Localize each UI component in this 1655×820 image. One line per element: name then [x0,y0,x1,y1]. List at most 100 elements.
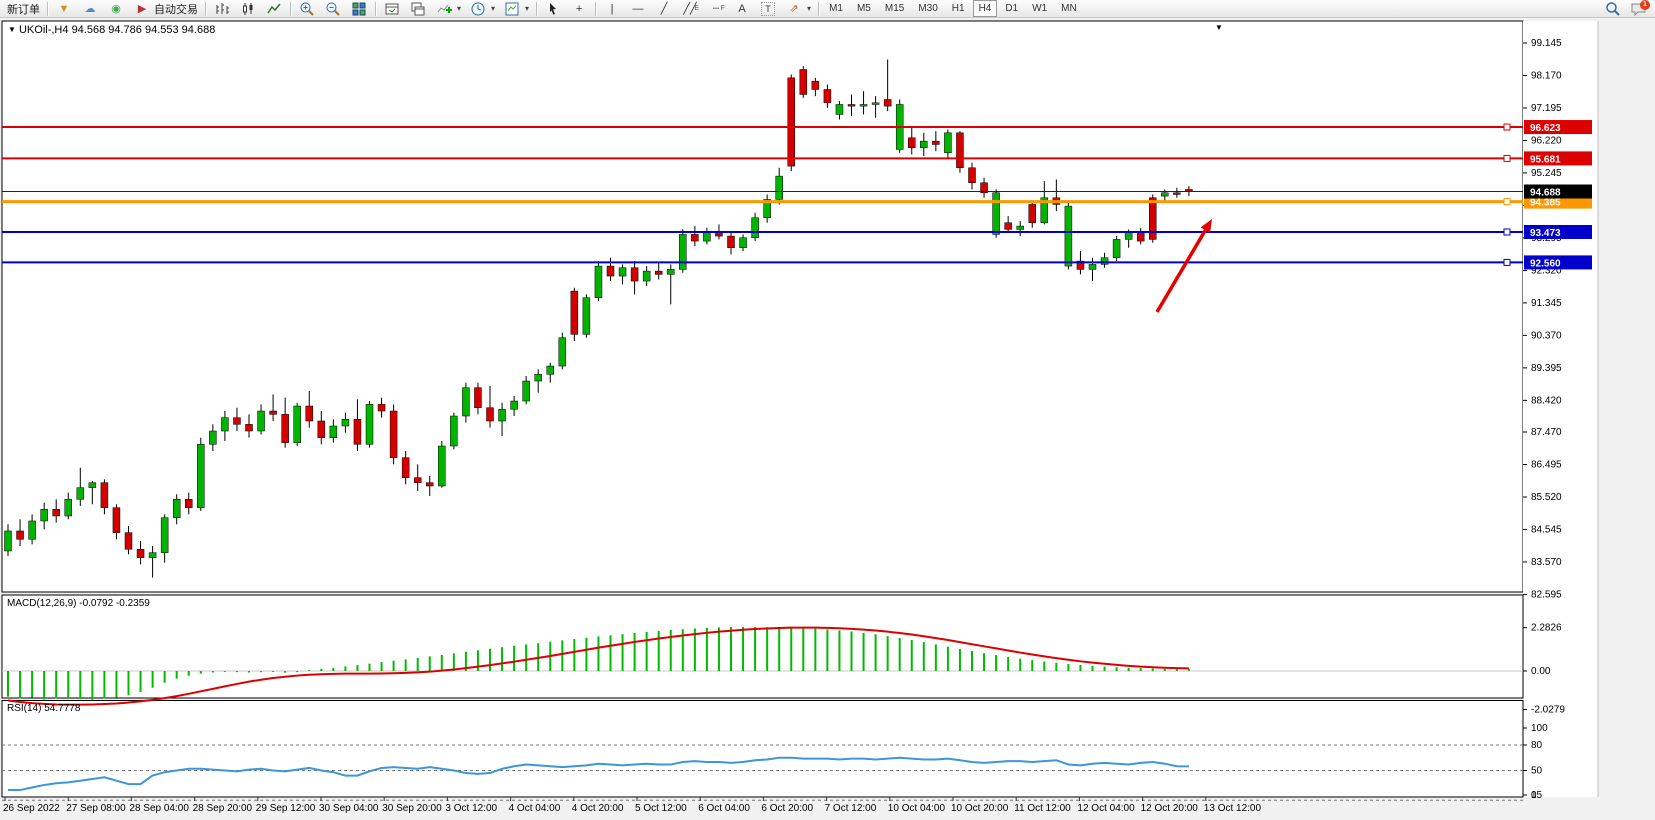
macd-indicator-label: MACD(12,26,9) -0.0792 -0.2359 [7,598,150,609]
cascade-windows-icon[interactable] [405,1,431,17]
svg-text:12 Oct 20:00: 12 Oct 20:00 [1141,803,1199,814]
autotrading-button[interactable]: ▶自动交易 [129,1,202,17]
crosshair-icon[interactable]: + [566,1,592,17]
search-icon[interactable] [1600,1,1626,17]
svg-text:3 Oct 12:00: 3 Oct 12:00 [445,803,497,814]
add-indicator-icon[interactable]: ▾ [431,1,465,17]
svg-text:10 Oct 20:00: 10 Oct 20:00 [951,803,1009,814]
svg-text:2.2826: 2.2826 [1531,623,1562,634]
signals-icon[interactable]: ◉ [103,1,129,17]
svg-text:80: 80 [1531,740,1543,751]
toolbar-separator [595,2,596,16]
fibonacci-icon[interactable]: ┄F [703,1,729,17]
new-order-button[interactable]: 新订单 [3,1,44,17]
svg-text:95.245: 95.245 [1531,168,1562,179]
timeframe-button-m5[interactable]: M5 [851,0,877,17]
trendline-icon[interactable]: ╱ [651,1,677,17]
svg-text:0.00: 0.00 [1531,666,1551,677]
svg-text:0: 0 [1531,790,1537,801]
svg-text:95.681: 95.681 [1530,154,1561,165]
scroll-marker-icon: ▼ [1215,23,1223,32]
shapes-icon[interactable]: ⇗▾ [781,1,815,17]
svg-text:98.170: 98.170 [1531,70,1562,81]
autotrading-label: 自动交易 [154,1,198,17]
svg-text:12 Oct 04:00: 12 Oct 04:00 [1077,803,1135,814]
timeframe-button-h1[interactable]: H1 [946,0,971,17]
profile-icon: ☁ [81,1,99,17]
dropdown-caret-icon[interactable]: ▾ [457,4,461,13]
fibonacci-icon: ┄F [707,1,725,17]
timeframe-button-mn[interactable]: MN [1055,0,1083,17]
svg-text:96.220: 96.220 [1531,135,1562,146]
zoom-out-icon[interactable] [320,1,346,17]
dropdown-caret-icon[interactable]: ▾ [525,4,529,13]
cursor-icon [544,1,562,17]
svg-text:92.560: 92.560 [1530,258,1561,269]
symbol-period-label: UKOil-,H4 [19,24,69,36]
zoom-in-icon [298,1,316,17]
zoom-in-icon[interactable] [294,1,320,17]
zoom-out-icon [324,1,342,17]
svg-text:99.145: 99.145 [1531,38,1562,49]
price-chart-svg[interactable]: 99.14598.17097.19596.22095.24594.27093.2… [0,20,1655,820]
bar-chart-icon[interactable] [209,1,235,17]
label-icon[interactable]: T [755,1,781,17]
arrange-windows-icon[interactable] [379,1,405,17]
svg-text:30 Sep 20:00: 30 Sep 20:00 [382,803,442,814]
chat-icon[interactable]: 1 [1626,1,1652,17]
rsi-panel [2,701,1523,798]
template-icon[interactable]: ▾ [499,1,533,17]
main-toolbar: 新订单▼☁◉▶自动交易▾▾▾+|—╱╱╱E┄FAT⇗▾M1M5M15M30H1H… [0,0,1655,18]
vertical-line-icon[interactable]: | [599,1,625,17]
toolbar-separator [375,2,376,16]
timeframe-button-w1[interactable]: W1 [1026,0,1053,17]
rsi-indicator-label: RSI(14) 54.7778 [7,703,80,714]
vertical-line-icon: | [603,1,621,17]
cascade-windows-icon [409,1,427,17]
timeframe-button-d1[interactable]: D1 [999,0,1024,17]
chart-title: ▼ UKOil-,H4 94.568 94.786 94.553 94.688 [8,24,215,36]
funnel-icon[interactable]: ▼ [51,1,77,17]
svg-text:84.545: 84.545 [1531,524,1562,535]
svg-text:10 Oct 04:00: 10 Oct 04:00 [888,803,946,814]
toolbar-separator [536,2,537,16]
svg-text:93.473: 93.473 [1530,228,1561,239]
svg-text:89.395: 89.395 [1531,363,1562,374]
profile-icon[interactable]: ☁ [77,1,103,17]
candlestick-icon[interactable] [235,1,261,17]
svg-text:97.195: 97.195 [1531,103,1562,114]
timeframe-button-m1[interactable]: M1 [823,0,849,17]
shapes-icon: ⇗ [785,1,803,17]
timeframe-button-m30[interactable]: M30 [912,0,943,17]
search-icon [1604,1,1622,17]
dropdown-caret-icon[interactable]: ▾ [491,4,495,13]
timeframe-button-m15[interactable]: M15 [879,0,910,17]
svg-text:4 Oct 04:00: 4 Oct 04:00 [509,803,561,814]
horizontal-line-icon[interactable]: — [625,1,651,17]
svg-text:11 Oct 12:00: 11 Oct 12:00 [1014,803,1071,814]
line-chart-icon[interactable] [261,1,287,17]
svg-text:91.345: 91.345 [1531,298,1562,309]
trading-terminal: { "toolbar": { "new_order_label": "新订单",… [0,0,1655,820]
svg-text:28 Sep 04:00: 28 Sep 04:00 [129,803,189,814]
svg-text:94.385: 94.385 [1530,198,1561,209]
svg-text:28 Sep 20:00: 28 Sep 20:00 [193,803,253,814]
svg-text:94.688: 94.688 [1530,188,1561,199]
channel-icon[interactable]: ╱╱E [677,1,703,17]
period-icon[interactable]: ▾ [465,1,499,17]
svg-text:7 Oct 12:00: 7 Oct 12:00 [825,803,877,814]
svg-text:6 Oct 20:00: 6 Oct 20:00 [761,803,813,814]
label-icon: T [759,1,777,17]
symbol-dropdown-icon[interactable]: ▼ [8,25,16,34]
chat-badge: 1 [1640,0,1650,10]
tile-windows-icon[interactable] [346,1,372,17]
text-icon: A [733,1,751,17]
toolbar-separator [818,2,819,16]
svg-text:85.520: 85.520 [1531,492,1562,503]
timeframe-button-h4[interactable]: H4 [973,0,998,17]
text-icon[interactable]: A [729,1,755,17]
macd-panel [2,595,1523,698]
cursor-icon[interactable] [540,1,566,17]
tile-windows-icon [350,1,368,17]
dropdown-caret-icon[interactable]: ▾ [807,4,811,13]
